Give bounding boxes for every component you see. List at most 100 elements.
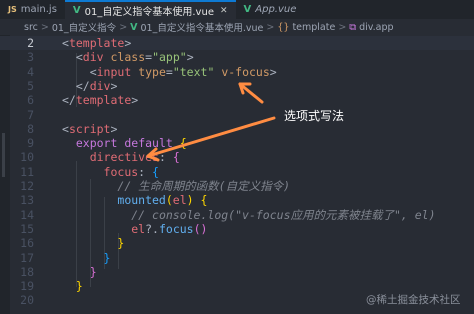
element-icon: ⧉ [349,21,357,33]
code-line[interactable]: 9 export default { [0,136,474,150]
code-text: } [62,236,124,250]
line-number: 20 [20,293,34,308]
line-number: 4 [27,64,34,79]
breadcrumb-item[interactable]: template [292,22,335,33]
tab-label: App.vue [255,4,297,15]
code-text: directives: { [62,150,180,164]
code-line[interactable]: 19 } [0,279,474,293]
line-number: 14 [20,207,34,222]
code-line[interactable]: 4 <input type="text" v-focus> [0,65,474,79]
breadcrumb-item[interactable]: div.app [359,22,393,33]
code-line[interactable]: 2 <template> [0,36,474,50]
code-token: class [110,50,146,65]
code-line[interactable]: 11 focus: { [0,165,474,179]
code-token: template [75,93,132,108]
tab-2[interactable]: V App.vue [236,0,305,19]
line-number: 13 [20,193,34,208]
code-line[interactable]: 17 } [0,251,474,265]
code-token: type [138,64,166,79]
code-line[interactable]: 5 </div> [0,79,474,93]
code-token: </ [62,78,90,93]
code-token: < [62,64,97,79]
code-text: focus: { [62,165,159,179]
breadcrumb-item[interactable]: 01_自定义指令基本使用.vue [141,20,264,34]
code-text: <template> [62,36,131,50]
code-token: "text" [172,64,215,79]
code-token: el [131,221,146,236]
code-line[interactable]: 3 <div class="app"> [0,50,474,64]
breadcrumb-item[interactable]: 01_自定义指令 [52,20,116,34]
code-token: directives [89,150,159,165]
code-line[interactable]: 15 el?.focus() [0,222,474,236]
code-token: "app" [152,50,187,65]
code-line[interactable]: 13 mounted(el) { [0,193,474,207]
code-token: ?. [145,221,159,236]
line-number: 12 [20,179,34,193]
code-text: </div> [62,78,118,93]
breadcrumb-separator: > [40,21,49,33]
code-token: } [75,279,83,294]
code-text: } [62,251,111,265]
code-token: > [131,93,139,108]
code-token: } [89,264,97,279]
line-number: 17 [20,250,34,265]
code-text: <script> [62,122,117,136]
js-file-icon: JS [8,5,17,14]
line-number: 16 [20,236,34,251]
code-token: v-focus [221,64,270,79]
line-number: 6 [27,93,34,108]
code-token: div [82,50,104,65]
breadcrumb-item[interactable]: src [24,22,38,33]
tab-label: main.js [20,4,57,15]
code-token: focus [158,221,194,236]
code-token: // console.log("v-focus应用的元素被挂载了", el) [131,207,436,222]
line-number: 19 [20,279,34,294]
code-line[interactable]: 18 } [0,265,474,279]
code-line[interactable]: 10 directives: { [0,150,474,164]
breadcrumb-separator: > [338,21,347,33]
line-number: 15 [20,221,34,236]
breadcrumb: src >01_自定义指令 > V 01_自定义指令基本使用.vue >{} templat… [0,19,474,35]
code-token: = [165,64,173,79]
code-token: default [124,136,173,151]
code-token: div [89,78,111,93]
breadcrumb-separator: > [119,21,128,33]
code-editor[interactable]: 2 <template> 3 <div class="app"> 4 <input t… [0,35,474,314]
tab-label: 01_自定义指令基本使用.vue [84,7,214,18]
code-line[interactable]: 12 // 生命周期的函数(自定义指令) [0,179,474,193]
code-token: > [124,36,132,50]
code-text: mounted(el) { [62,193,207,207]
tab-0[interactable]: JS main.js [0,0,65,19]
code-text: el?.focus() [62,222,207,236]
line-number: 8 [27,121,34,136]
code-token: focus [103,164,139,179]
code-line[interactable]: 14 // console.log("v-focus应用的元素被挂载了", el… [0,208,474,222]
code-line[interactable]: 6 </template> [0,93,474,107]
code-text: } [62,265,97,279]
code-token: { [152,164,159,179]
close-icon[interactable]: ✕ [220,6,228,16]
code-token: } [117,236,125,251]
tab-1[interactable]: V 01_自定义指令基本使用.vue ✕ [64,0,236,19]
code-line[interactable]: 7 [0,108,474,122]
line-number: 3 [27,50,34,65]
code-line[interactable]: 16 } [0,236,474,250]
code-token: </ [62,93,76,108]
code-line[interactable]: 8 <script> [0,122,474,136]
line-number: 7 [27,107,34,122]
code-token: > [269,64,277,79]
code-token: script [68,121,111,136]
code-token: export [75,136,118,151]
braces-icon: {} [277,21,290,33]
code-token: { [200,193,208,208]
vue-file-icon: V [243,4,252,15]
